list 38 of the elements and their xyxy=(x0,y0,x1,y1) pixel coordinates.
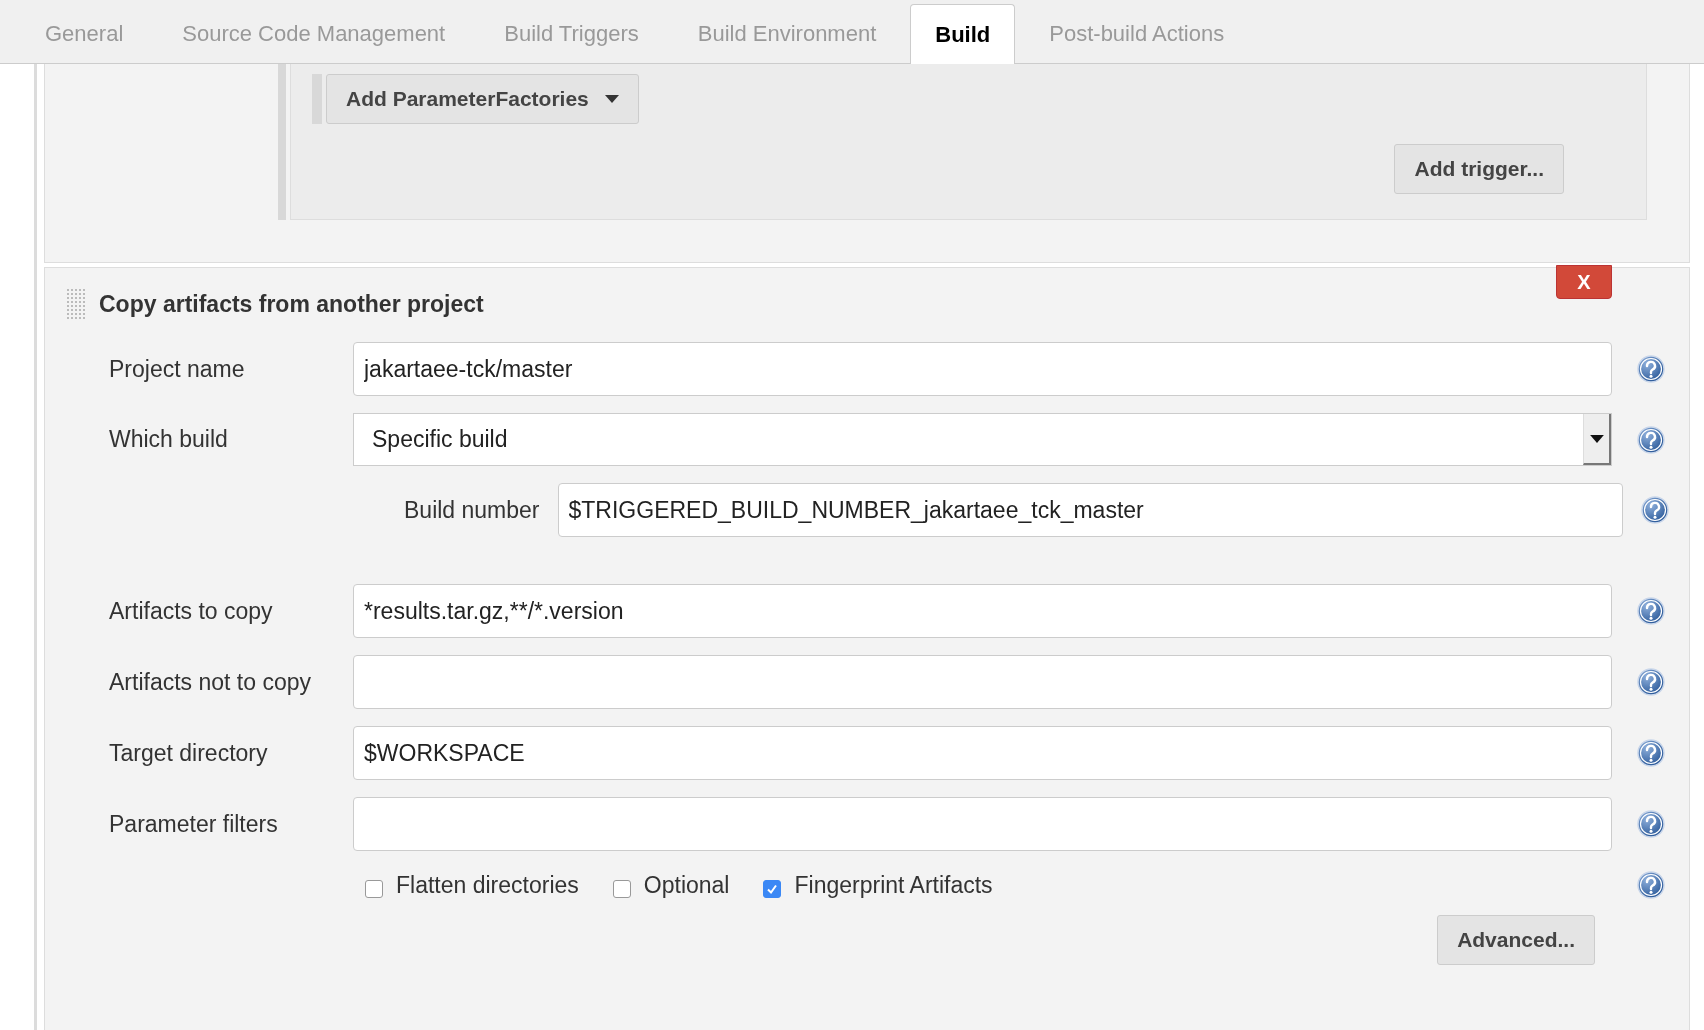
checkbox-label: Optional xyxy=(643,871,730,899)
text-field[interactable]: $TRIGGERED_BUILD_NUMBER_jakartaee_tck_master xyxy=(557,483,1623,537)
field-label: Artifacts not to copy xyxy=(109,668,312,696)
build-select[interactable]: Specific build xyxy=(353,413,1612,466)
caret-icon xyxy=(604,95,619,103)
help-icon[interactable] xyxy=(1636,355,1665,383)
text-field[interactable] xyxy=(353,655,1612,709)
text-field[interactable]: jakartaee-tck/master xyxy=(353,342,1612,396)
field-label: Target directory xyxy=(109,739,269,767)
field-label: Artifacts to copy xyxy=(109,597,274,625)
help-icon[interactable] xyxy=(1641,496,1669,524)
help-icon[interactable] xyxy=(1636,425,1665,454)
help-icon[interactable] xyxy=(1636,739,1665,767)
delete-button[interactable]: X xyxy=(1556,265,1612,299)
checkbox-label: Flatten directories xyxy=(396,871,579,899)
checkbox[interactable] xyxy=(612,880,631,898)
checkbox-label: Fingerprint Artifacts xyxy=(794,871,993,899)
help-icon[interactable] xyxy=(1636,871,1665,899)
advanced-button[interactable]: Advanced... xyxy=(1437,915,1595,965)
field-label: Build number xyxy=(404,496,540,524)
help-icon[interactable] xyxy=(1636,810,1665,838)
field-label: Which build xyxy=(109,426,229,453)
field-label: Parameter filters xyxy=(109,810,279,838)
step-title: Copy artifacts from another project xyxy=(99,290,484,318)
drag-handle-icon[interactable] xyxy=(67,289,87,319)
add-parameter-factories-button[interactable]: Add ParameterFactories xyxy=(326,74,639,124)
caret-icon xyxy=(1589,434,1604,443)
checkbox[interactable] xyxy=(365,880,383,898)
help-icon[interactable] xyxy=(1636,668,1665,696)
field-label: Project name xyxy=(109,355,246,383)
checkbox[interactable] xyxy=(763,880,782,898)
add-trigger-button[interactable]: Add trigger... xyxy=(1394,144,1564,194)
text-field[interactable]: $WORKSPACE xyxy=(353,726,1612,780)
help-icon[interactable] xyxy=(1636,597,1665,625)
text-field[interactable] xyxy=(353,797,1612,851)
tab[interactable]: Build xyxy=(910,4,1016,64)
check-icon xyxy=(766,883,779,895)
text-field[interactable]: *results.tar.gz,**/*.version xyxy=(353,584,1612,638)
